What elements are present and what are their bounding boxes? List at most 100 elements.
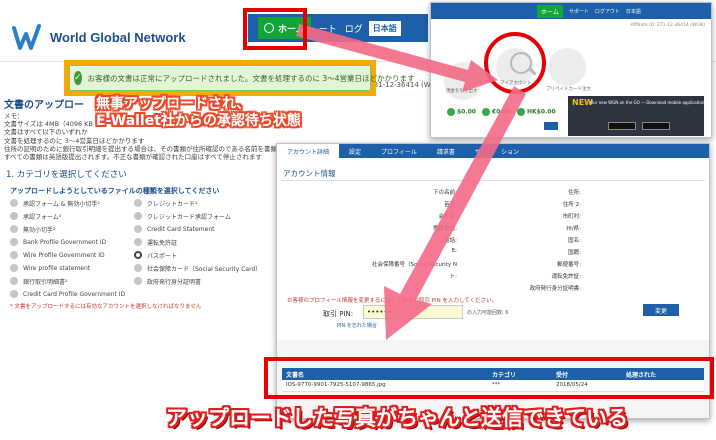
account-tabs: アカウント詳細 設定 プロフィール 請求書 サ ション xyxy=(277,144,709,158)
annotation-line: 無事アップロードされ、 xyxy=(96,96,251,112)
radio-icon[interactable] xyxy=(134,264,142,272)
radio-icon[interactable] xyxy=(10,277,18,285)
category-option[interactable]: 銀行取引明細書² xyxy=(10,276,134,286)
prepaid-card-label: プリペイドカード注文 xyxy=(546,87,591,92)
field-gov-id: 政府発行身分証明書: xyxy=(529,286,581,292)
radio-icon[interactable] xyxy=(134,277,142,285)
logo-text: World Global Network xyxy=(50,29,186,45)
field-country: 国名: xyxy=(568,238,581,244)
divider xyxy=(281,180,705,181)
radio-icon[interactable] xyxy=(134,212,142,220)
category-label: 承認フォーム & 無効小切手² xyxy=(23,200,100,208)
mobile-app-promo[interactable]: NEW Our new WGN on the GO — Download mob… xyxy=(568,96,704,136)
nav-support-link[interactable]: ート xyxy=(319,22,337,35)
pin-input[interactable]: •••••• xyxy=(363,305,463,319)
radio-icon[interactable] xyxy=(10,212,18,220)
category-option[interactable]: クレジットカード承認フォーム xyxy=(134,211,258,221)
field-email: E: xyxy=(451,248,457,254)
balance-go-button[interactable] xyxy=(544,122,558,130)
upload-success-notice: ✓ お客様の文書は正常にアップロードされました。文書を処理するのに 3〜4営業日… xyxy=(64,60,414,96)
field-nationality: 国籍: xyxy=(568,250,581,256)
forgot-pin-link[interactable]: PIN を忘れた場合 xyxy=(337,322,377,329)
category-option[interactable]: 承認フォーム & 無効小切手² xyxy=(10,198,134,208)
tab-account-detail[interactable]: アカウント詳細 xyxy=(277,144,340,158)
category-option[interactable]: クレジットカード¹ xyxy=(134,198,258,208)
radio-icon[interactable] xyxy=(134,238,142,246)
category-label: パスポート xyxy=(147,252,178,260)
memo-line: 文書を処理するのに 3〜4営業日ほどかかります xyxy=(4,136,145,145)
tab-support[interactable]: サ xyxy=(465,144,491,158)
dashboard-nav-item[interactable]: ログアウト xyxy=(595,8,620,15)
language-selector[interactable]: 日本語 xyxy=(368,20,401,36)
field-city: 市町村: xyxy=(562,214,581,220)
radio-icon[interactable] xyxy=(10,238,18,246)
dashboard-nav-item[interactable]: サポート xyxy=(569,8,589,15)
wgn-logo[interactable]: World Global Network xyxy=(12,22,186,52)
tab-profile[interactable]: プロフィール xyxy=(371,144,427,158)
category-option[interactable]: Wire Profile Government ID xyxy=(10,250,134,260)
notice-message: お客様の文書は正常にアップロードされました。文書を処理するのに 3〜4営業日ほど… xyxy=(87,73,415,83)
highlight-home-box xyxy=(243,8,307,50)
categories-subtitle: アップロードしようとしているファイルの種類を選択してください xyxy=(10,187,220,195)
category-label: Wire profile statement xyxy=(23,264,91,272)
category-option[interactable]: 運転免許証 xyxy=(134,237,258,247)
account-info-title: アカウント情報 xyxy=(283,169,336,178)
balances-row: $0.00 €0.00 HK$0.00 xyxy=(447,108,562,116)
category-option[interactable]: Wire profile statement xyxy=(10,263,134,273)
field-company: 会社名: xyxy=(438,214,457,220)
category-label: 社会保障カード（Social Security Card） xyxy=(147,265,258,273)
prepaid-card-tile[interactable] xyxy=(548,48,586,86)
field-address2: 住所 2: xyxy=(562,202,581,208)
field-other: ト: xyxy=(449,274,457,280)
radio-icon[interactable] xyxy=(10,251,18,259)
field-mobile: 携帯電話: xyxy=(433,226,457,232)
withdraw-tile[interactable] xyxy=(444,62,482,100)
radio-icon[interactable] xyxy=(134,225,142,233)
wgn-logo-icon xyxy=(12,24,41,50)
radio-icon[interactable] xyxy=(10,290,18,298)
field-first-name: 下の名前: xyxy=(433,190,457,196)
withdraw-label: 現金を引き出す xyxy=(446,89,478,94)
category-option[interactable]: 無効小切手² xyxy=(10,224,134,234)
dashboard-affiliate-id: Affiliate ID: 271-12-36414 (WGN) xyxy=(630,23,705,28)
radio-icon[interactable] xyxy=(10,199,18,207)
category-option[interactable]: Bank Profile Government ID xyxy=(10,237,134,247)
currency-icon xyxy=(516,108,525,116)
annotation-line: E-Wallet社からの承認待ち状態 xyxy=(96,113,301,129)
category-label: 無効小切手² xyxy=(23,226,56,234)
change-button[interactable]: 変更 xyxy=(643,304,679,316)
radio-icon[interactable] xyxy=(10,264,18,272)
tab-invoice[interactable]: 請求書 xyxy=(427,144,465,158)
pin-warning: お客様のプロフィール情報を変更するには、ご自身の取引 PIN を入力してください… xyxy=(287,298,498,304)
google-play-badge[interactable] xyxy=(642,122,670,130)
field-state: 州/県: xyxy=(566,226,581,232)
dashboard-home-button[interactable]: ホーム xyxy=(537,4,563,18)
category-option[interactable]: Credit Card Statement xyxy=(134,224,258,234)
memo-line: 住所の証明のために銀行取引明細を提出する場合は、その書類が住所確認のである名前を… xyxy=(4,144,284,153)
category-option[interactable]: Credit Card Profile Government ID xyxy=(10,289,134,299)
dashboard-navbar: ホーム サポート ログアウト 日本語 xyxy=(431,3,711,19)
category-option[interactable]: 政府発行身分証明書 xyxy=(134,276,258,286)
category-label: 政府発行身分証明書 xyxy=(147,278,202,286)
categories-title: 1. カテゴリを選択してください xyxy=(6,170,127,180)
tab-session[interactable]: ション xyxy=(491,144,529,158)
category-option[interactable]: 承認フォーム² xyxy=(10,211,134,221)
category-option-passport[interactable]: パスポート xyxy=(134,250,258,260)
category-label: 承認フォーム² xyxy=(23,213,62,221)
balance-eur: €0.00 xyxy=(481,108,511,116)
memo-line: すべての書類は英語版提出されます。不正な書類が確認された口座はすべて停止されます xyxy=(4,153,262,162)
category-option[interactable]: 社会保障カード（Social Security Card） xyxy=(134,263,258,273)
dashboard-nav-item[interactable]: 日本語 xyxy=(626,8,641,15)
nav-logout-link[interactable]: ログ xyxy=(345,22,363,35)
radio-selected-icon[interactable] xyxy=(134,251,142,259)
tab-settings[interactable]: 設定 xyxy=(339,144,371,158)
promo-text: Our new WGN on the GO — Download mobile … xyxy=(590,100,705,105)
category-radio-grid: 承認フォーム & 無効小切手² クレジットカード¹ 承認フォーム² クレジットカ… xyxy=(10,198,260,299)
radio-icon[interactable] xyxy=(10,225,18,233)
pin-attempts-hint: の入力可能回数: 6 xyxy=(467,310,509,316)
highlight-documents-box xyxy=(264,357,714,399)
category-label: Bank Profile Government ID xyxy=(23,238,107,246)
radio-icon[interactable] xyxy=(134,199,142,207)
app-store-badge[interactable] xyxy=(608,122,636,130)
field-ssn: 社会保障番号（Social Security N xyxy=(371,262,457,268)
